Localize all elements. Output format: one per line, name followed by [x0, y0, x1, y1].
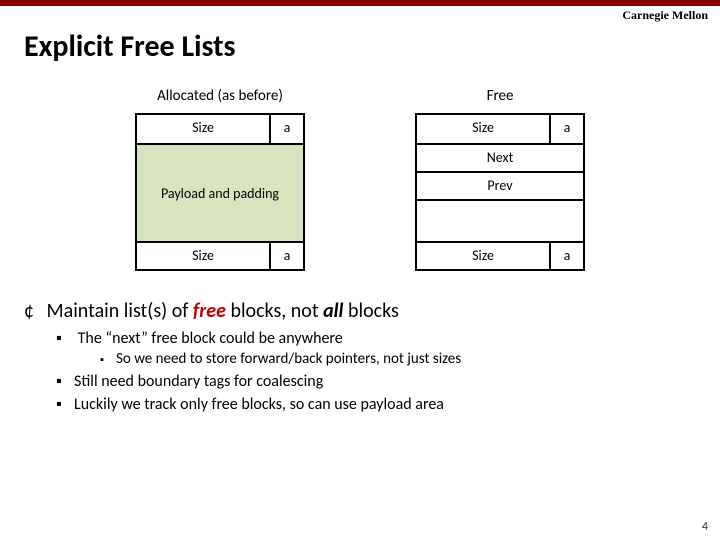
- page-number: 4: [702, 520, 708, 534]
- sub-bullet-2: Still need boundary tags for coalescing: [56, 372, 720, 391]
- free-next-label: Next: [417, 145, 583, 171]
- free-footer: Size a: [417, 241, 583, 269]
- diagrams: Allocated (as before) Size a Payload and…: [0, 87, 720, 271]
- free-header: Size a: [417, 115, 583, 143]
- free-prev-label: Prev: [417, 173, 583, 199]
- free-block: Size a Next Prev Size a: [415, 113, 585, 271]
- main-all: all: [323, 299, 343, 323]
- free-label: Free: [415, 87, 585, 105]
- sub-bullet-1-text: The “next” free block could be anywhere: [78, 329, 343, 348]
- free-header-a: a: [549, 115, 583, 143]
- allocated-footer-a: a: [269, 243, 303, 269]
- allocated-footer: Size a: [137, 241, 303, 269]
- main-free: free: [193, 299, 226, 323]
- allocated-footer-size: Size: [137, 243, 269, 269]
- allocated-block: Size a Payload and padding Size a: [135, 113, 305, 271]
- free-footer-a: a: [549, 243, 583, 269]
- main-bullet: ¢ Maintain list(s) of free blocks, not a…: [24, 299, 696, 323]
- allocated-header: Size a: [137, 115, 303, 143]
- allocated-header-a: a: [269, 115, 303, 143]
- allocated-header-size: Size: [137, 115, 269, 143]
- main-pre: Maintain list(s) of: [47, 299, 193, 323]
- free-column: Free Size a Next Prev Size a: [415, 87, 585, 271]
- bullet-marker: ¢: [24, 299, 42, 323]
- free-gap: [417, 199, 583, 241]
- free-prev: Prev: [417, 171, 583, 199]
- free-footer-size: Size: [417, 243, 549, 269]
- free-header-size: Size: [417, 115, 549, 143]
- allocated-label: Allocated (as before): [135, 87, 305, 105]
- allocated-payload: Payload and padding: [137, 143, 303, 241]
- sub-bullet-3: Luckily we track only free blocks, so ca…: [56, 395, 720, 414]
- main-mid: blocks, not: [226, 299, 323, 323]
- sub-sub-1: So we need to store forward/back pointer…: [100, 350, 720, 368]
- free-next: Next: [417, 143, 583, 171]
- org-label: Carnegie Mellon: [622, 8, 708, 23]
- sub-sub-list: So we need to store forward/back pointer…: [100, 350, 720, 368]
- sub-bullet-1: The “next” free block could be anywhere …: [56, 329, 720, 368]
- sub-bullet-list: The “next” free block could be anywhere …: [56, 329, 720, 414]
- allocated-column: Allocated (as before) Size a Payload and…: [135, 87, 305, 271]
- page-title: Explicit Free Lists: [0, 6, 720, 65]
- main-post: blocks: [343, 299, 398, 323]
